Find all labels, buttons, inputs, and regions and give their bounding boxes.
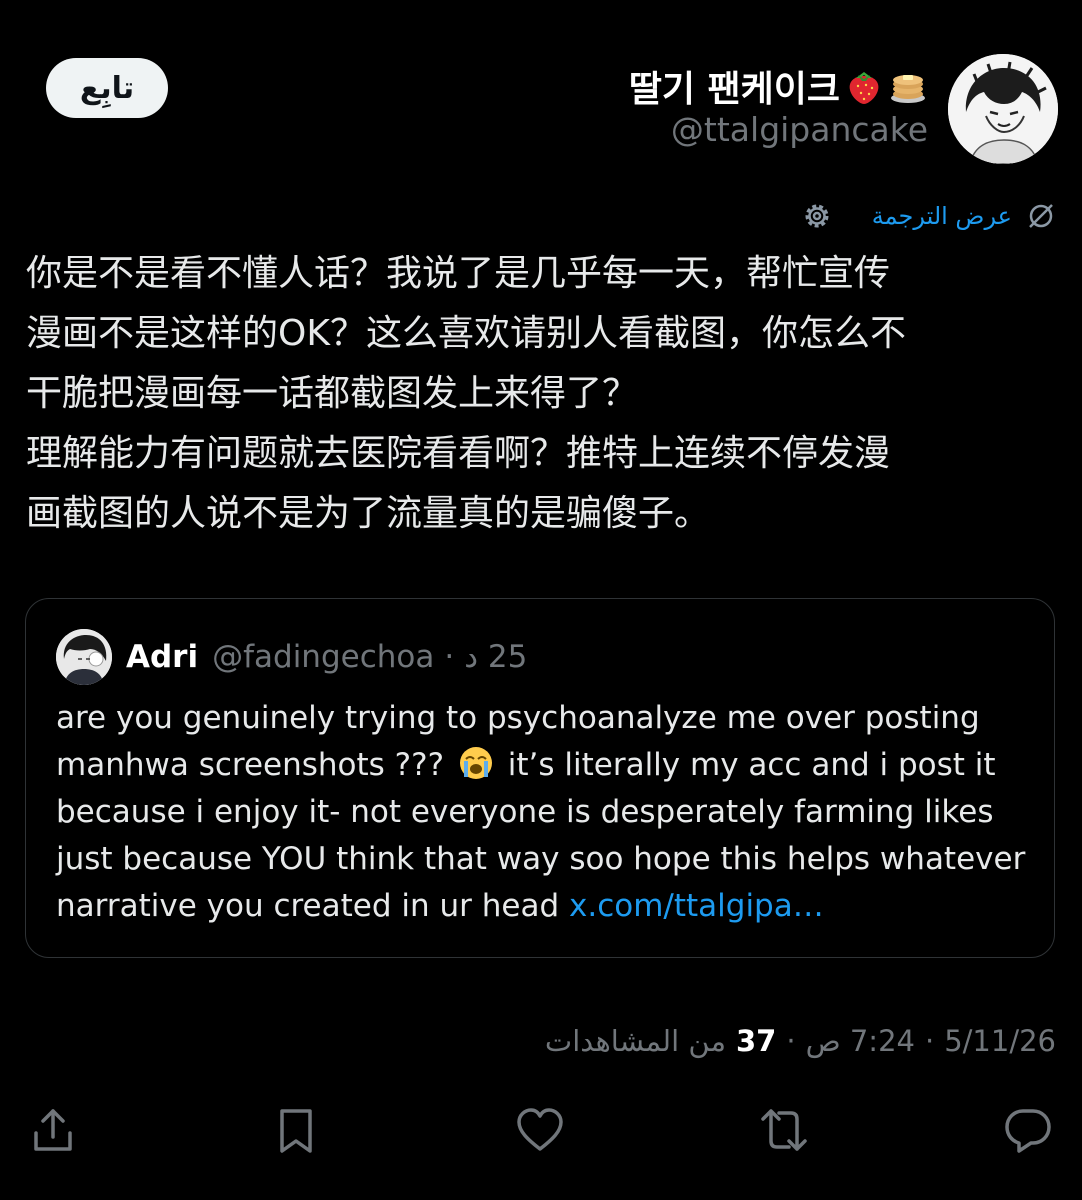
follow-button[interactable]: تابِع <box>46 58 168 118</box>
bookmark-button[interactable] <box>268 1102 324 1158</box>
separator-dot: · <box>444 639 455 675</box>
translate-icon <box>1029 204 1053 228</box>
strawberry-emoji-icon <box>849 72 879 104</box>
post-time: 7:24 ص <box>805 1024 915 1058</box>
quoted-post-link[interactable]: x.com/ttalgipa… <box>569 888 824 924</box>
quoted-avatar-image <box>56 629 112 685</box>
like-button[interactable] <box>512 1102 568 1158</box>
repost-icon <box>761 1109 807 1151</box>
loudly-crying-face-emoji-icon <box>459 747 492 779</box>
quoted-timestamp: 25 د <box>464 639 528 675</box>
show-translation-link[interactable]: عرض الترجمة <box>872 202 1012 230</box>
quoted-avatar <box>56 629 112 685</box>
quoted-handle: @fadingechoa <box>212 639 435 675</box>
post-date: 5/11/26 <box>944 1024 1056 1058</box>
like-icon <box>517 1108 563 1151</box>
pancakes-emoji-icon <box>891 75 925 103</box>
avatar-image <box>948 54 1058 164</box>
avatar[interactable] <box>948 54 1058 164</box>
reply-icon <box>1005 1109 1051 1153</box>
display-name-text: 딸기 팬케이크 <box>628 69 840 110</box>
post-text: 你是不是看不懂人话？我说了是几乎每一天，帮忙宣传 漫画不是这样的OK？这么喜欢请… <box>26 253 906 534</box>
gear-icon[interactable] <box>800 199 834 233</box>
repost-button[interactable] <box>756 1102 812 1158</box>
bookmark-icon <box>280 1109 312 1153</box>
reply-button[interactable] <box>1000 1102 1056 1158</box>
display-name[interactable]: 딸기 팬케이크 <box>629 60 928 112</box>
share-button[interactable] <box>25 1102 81 1158</box>
views-count: 37 <box>736 1024 777 1058</box>
share-icon <box>34 1109 72 1151</box>
post-meta: 5/11/26 · 7:24 ص · 37 من المشاهدات <box>545 1024 1056 1058</box>
user-handle[interactable]: @ttalgipancake <box>671 110 928 149</box>
quoted-post-text: are you genuinely trying to psychoanalyz… <box>56 695 1036 930</box>
quoted-display-name: Adri <box>126 639 199 675</box>
quoted-post-header: Adri @fadingechoa · 25 د <box>56 627 527 687</box>
meta-separator: · <box>924 1024 935 1058</box>
action-bar <box>0 1102 1082 1162</box>
views-label: من المشاهدات <box>544 1024 726 1058</box>
meta-separator: · <box>786 1024 796 1058</box>
quoted-post[interactable]: Adri @fadingechoa · 25 د are you genuine… <box>25 598 1055 958</box>
translate-row: عرض الترجمة <box>800 196 1056 236</box>
